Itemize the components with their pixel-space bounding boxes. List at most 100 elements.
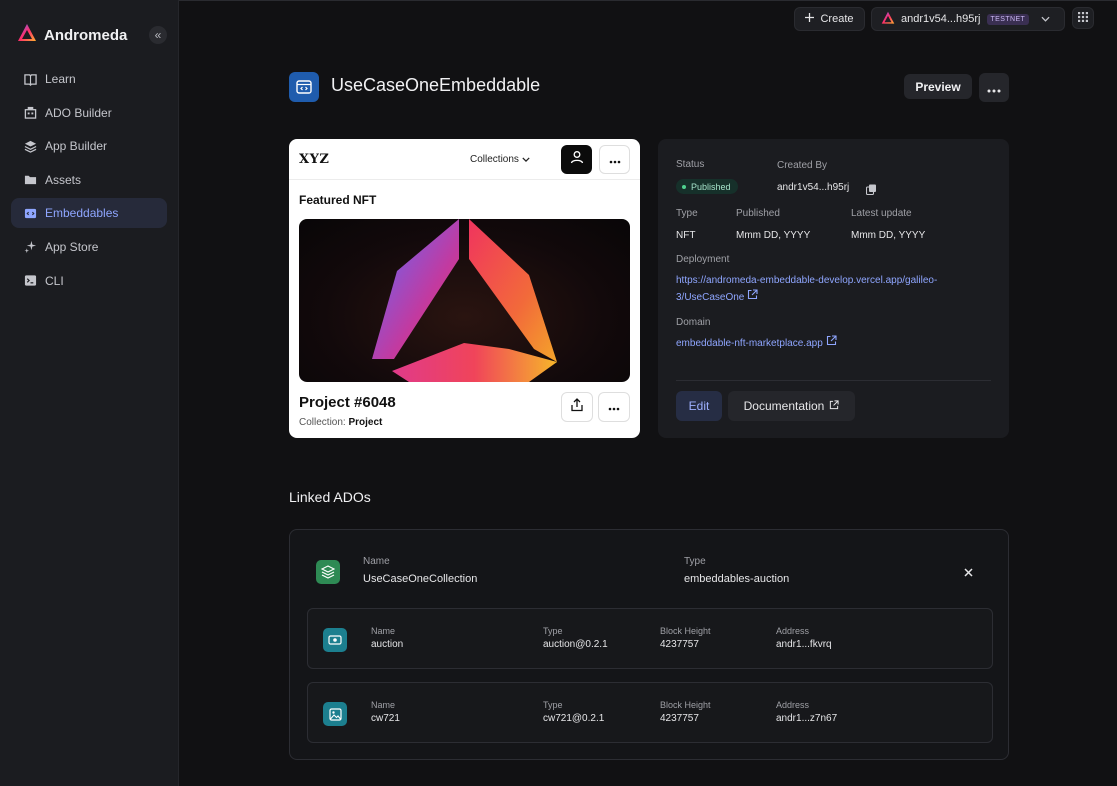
- collection-info: Collection: Project: [299, 417, 382, 428]
- ado-type: auction@0.2.1: [543, 639, 608, 650]
- more-options-button[interactable]: [979, 73, 1009, 102]
- created-by-label: Created By: [777, 160, 828, 171]
- ado-row-cw721[interactable]: Name cw721 Type cw721@0.2.1 Block Height…: [307, 682, 993, 743]
- collection-name-value: UseCaseOneCollection: [363, 573, 478, 585]
- latest-update-label: Latest update: [851, 208, 912, 219]
- type-label: Type: [676, 208, 698, 219]
- status-label: Status: [676, 159, 705, 170]
- preview-more-button[interactable]: [599, 145, 630, 174]
- preview-button[interactable]: Preview: [904, 74, 972, 99]
- external-link-icon: [826, 335, 837, 349]
- collection-prefix: Collection:: [299, 417, 346, 428]
- sidebar-item-learn[interactable]: Learn: [11, 64, 167, 94]
- collections-label: Collections: [470, 154, 519, 165]
- domain-link[interactable]: embeddable-nft-marketplace.app: [676, 335, 837, 352]
- info-divider: [676, 380, 991, 381]
- andromeda-logo-icon: [17, 23, 37, 48]
- grid-icon: [1078, 9, 1088, 27]
- brand[interactable]: Andromeda: [17, 23, 127, 48]
- ado-row-auction[interactable]: Name auction Type auction@0.2.1 Block He…: [307, 608, 993, 669]
- sidebar: Andromeda « Learn ADO Builder App Builde…: [0, 0, 179, 786]
- folder-icon: [23, 173, 37, 187]
- ado-address-label: Address: [776, 700, 810, 710]
- copy-icon[interactable]: [865, 182, 877, 200]
- user-button[interactable]: [561, 145, 592, 174]
- terminal-icon: [23, 274, 37, 288]
- collections-dropdown[interactable]: Collections: [470, 154, 530, 165]
- ado-address-label: Address: [776, 626, 810, 636]
- external-link-icon: [829, 399, 839, 413]
- more-horizontal-icon: [609, 153, 621, 167]
- collection-name-label: Name: [363, 556, 390, 567]
- auction-icon: [323, 628, 347, 652]
- building-icon: [23, 106, 37, 120]
- deployment-label: Deployment: [676, 254, 730, 265]
- app-grid-button[interactable]: [1072, 7, 1094, 29]
- sidebar-item-assets[interactable]: Assets: [11, 165, 167, 195]
- sidebar-item-label: Learn: [45, 72, 76, 86]
- deployment-url-line2: 3/UseCaseOne: [676, 292, 745, 303]
- featured-label: Featured NFT: [299, 193, 377, 207]
- share-icon: [570, 397, 584, 417]
- collapse-sidebar-button[interactable]: «: [149, 26, 167, 44]
- project-title: Project #6048: [299, 394, 396, 411]
- deployment-url-line1: https://andromeda-embeddable-develop.ver…: [676, 275, 938, 286]
- topbar-divider: [179, 0, 1117, 1]
- nft-more-button[interactable]: [598, 392, 630, 422]
- ado-name: auction: [371, 639, 404, 650]
- share-button[interactable]: [561, 392, 593, 422]
- ado-address: andr1...fkvrq: [776, 639, 832, 650]
- sidebar-item-app-store[interactable]: App Store: [11, 232, 167, 262]
- ado-height: 4237757: [660, 639, 699, 650]
- sidebar-item-embeddables[interactable]: Embeddables: [11, 198, 167, 229]
- collection-name[interactable]: Project: [348, 417, 382, 428]
- linked-ados-card: Name UseCaseOneCollection Type embeddabl…: [289, 529, 1009, 760]
- deployment-link[interactable]: https://andromeda-embeddable-develop.ver…: [676, 273, 996, 306]
- page-embed-icon: [289, 72, 319, 102]
- unlink-button[interactable]: [964, 565, 973, 580]
- sidebar-item-label: App Store: [45, 239, 99, 254]
- preview-header: XYZ Collections: [289, 139, 640, 180]
- edit-button[interactable]: Edit: [676, 391, 722, 421]
- sparkle-icon: [23, 240, 37, 254]
- published-label: Published: [736, 208, 780, 219]
- book-icon: [23, 72, 37, 86]
- latest-update-value: Mmm DD, YYYY: [851, 230, 926, 241]
- sidebar-item-ado-builder[interactable]: ADO Builder: [11, 98, 167, 128]
- ado-name-label: Name: [371, 700, 396, 710]
- sidebar-item-app-builder[interactable]: App Builder: [11, 131, 167, 161]
- layers-icon: [23, 139, 37, 153]
- chevron-down-icon: [522, 154, 530, 165]
- type-value: NFT: [676, 230, 696, 241]
- ado-address: andr1...z7n67: [776, 713, 838, 724]
- wallet-address: andr1v54...h95rj: [901, 13, 981, 25]
- create-button[interactable]: Create: [794, 7, 865, 31]
- preview-logo[interactable]: XYZ: [299, 152, 329, 167]
- sidebar-item-label: Assets: [45, 172, 82, 187]
- sidebar-item-label: App Builder: [45, 139, 108, 154]
- sidebar-item-label: CLI: [45, 273, 64, 288]
- embeddable-preview-card: XYZ Collections Featured NFT Project #60…: [289, 139, 640, 438]
- external-link-icon: [747, 289, 758, 303]
- user-icon: [570, 150, 584, 169]
- domain-value: embeddable-nft-marketplace.app: [676, 338, 823, 349]
- ado-type-label: Type: [543, 700, 563, 710]
- nft-image[interactable]: [299, 219, 630, 382]
- domain-label: Domain: [676, 317, 711, 328]
- collection-type-label: Type: [684, 556, 706, 567]
- create-label: Create: [820, 13, 854, 25]
- ado-name: cw721: [371, 713, 400, 724]
- sidebar-item-label: Embeddables: [45, 206, 119, 221]
- wallet-avatar-icon: [881, 11, 895, 28]
- sidebar-nav: Learn ADO Builder App Builder Assets Emb…: [11, 64, 167, 299]
- network-badge: TESTNET: [986, 13, 1030, 25]
- sidebar-item-label: ADO Builder: [45, 105, 112, 120]
- ado-height-label: Block Height: [660, 626, 711, 636]
- wallet-button[interactable]: andr1v54...h95rj TESTNET: [871, 7, 1065, 31]
- linked-ados-heading: Linked ADOs: [289, 489, 371, 505]
- embed-icon: [23, 206, 37, 220]
- collection-type-value: embeddables-auction: [684, 573, 790, 585]
- created-by-value: andr1v54...h95rj: [777, 182, 850, 193]
- sidebar-item-cli[interactable]: CLI: [11, 266, 167, 296]
- documentation-button[interactable]: Documentation: [728, 391, 855, 421]
